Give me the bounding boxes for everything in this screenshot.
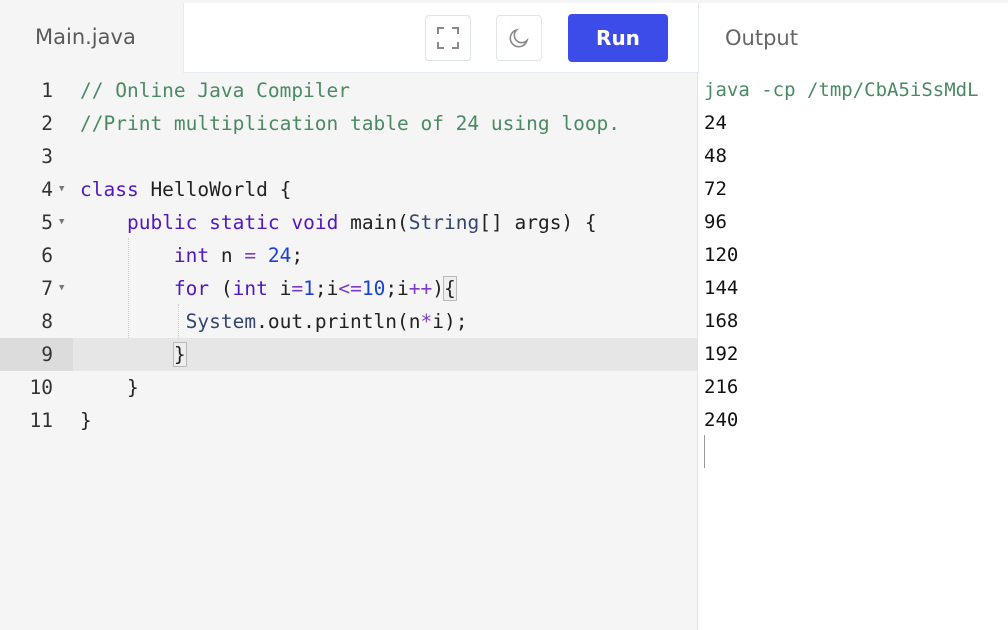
code-text: }: [80, 338, 187, 371]
moon-icon: [509, 28, 529, 48]
code-line: 5 ▼ public static void main(String[] arg…: [0, 206, 697, 239]
editor-toolbar: Run: [183, 3, 698, 73]
code-editor[interactable]: 1 // Online Java Compiler 2 //Print mult…: [0, 73, 698, 630]
code-text: int n = 24;: [173, 244, 304, 267]
output-line: 192: [704, 343, 739, 365]
code-text: for (int i=1;i<=10;i++){: [173, 276, 457, 301]
matching-bracket: }: [172, 342, 187, 367]
code-text: class HelloWorld {: [80, 178, 292, 201]
code-line: 7 ▼ for (int i=1;i<=10;i++){: [0, 272, 697, 305]
code-token-keyword: void: [291, 211, 339, 234]
text-cursor: [185, 345, 187, 366]
output-line: 240: [704, 409, 739, 431]
code-text: //Print multiplication table of 24 using…: [80, 112, 621, 135]
output-panel[interactable]: java -cp /tmp/CbA5iSsMdL 24 48 72 96 120…: [698, 73, 1008, 630]
line-number: 10: [29, 376, 53, 399]
line-number: 1: [41, 79, 53, 102]
output-line: 144: [704, 277, 739, 299]
code-line: 10 }: [0, 371, 697, 404]
line-number: 11: [29, 409, 53, 432]
code-token-keyword: class: [80, 178, 139, 201]
output-cursor: [704, 435, 705, 468]
code-line: 4 ▼ class HelloWorld {: [0, 173, 697, 206]
code-token-operator: *: [420, 310, 433, 333]
code-text: System.out.println(n*i);: [185, 310, 468, 333]
top-bar: Main.java Run Output: [0, 0, 1008, 73]
code-text: // Online Java Compiler: [80, 79, 351, 102]
line-number: 9: [41, 343, 53, 366]
file-tab-main-java[interactable]: Main.java: [0, 0, 183, 73]
code-line: 6 int n = 24;: [0, 239, 697, 272]
code-line-active: 9 }: [0, 338, 697, 371]
output-command: java -cp /tmp/CbA5iSsMdL: [704, 79, 979, 101]
code-token-keyword: for: [173, 277, 210, 300]
code-token-type: int: [232, 277, 268, 300]
code-token-operator: =: [291, 277, 304, 300]
line-number: 5: [41, 211, 53, 234]
code-line: 8 System.out.println(n*i);: [0, 305, 697, 338]
code-text: }: [80, 376, 139, 399]
run-button[interactable]: Run: [568, 14, 668, 62]
fold-arrow-icon[interactable]: ▼: [59, 272, 64, 305]
fullscreen-button[interactable]: [425, 15, 471, 61]
line-number: 2: [41, 112, 53, 135]
output-line: 96: [704, 211, 727, 233]
code-line: 1 // Online Java Compiler: [0, 74, 697, 107]
code-token-number: 1: [303, 277, 315, 300]
line-number: 4: [41, 178, 53, 201]
line-number: 7: [41, 277, 53, 300]
output-line: 216: [704, 376, 739, 398]
code-line: 2 //Print multiplication table of 24 usi…: [0, 107, 697, 140]
code-token-type: int: [173, 244, 210, 267]
fold-arrow-icon[interactable]: ▼: [59, 206, 64, 239]
code-token-number: 24: [267, 244, 292, 267]
code-token-keyword: public: [126, 211, 198, 234]
output-title: Output: [725, 26, 798, 50]
code-text: }: [80, 409, 92, 432]
code-text: public static void main(String[] args) {: [126, 211, 597, 234]
code-token-keyword: static: [209, 211, 280, 234]
code-token-class: String: [408, 211, 480, 234]
code-line: 11 }: [0, 404, 697, 437]
file-tab-label: Main.java: [35, 24, 136, 49]
code-line: 3: [0, 140, 697, 173]
code-token-number: 10: [361, 277, 386, 300]
output-line: 120: [704, 244, 739, 266]
code-token-class: System: [185, 310, 257, 333]
output-line: 48: [704, 145, 727, 167]
output-line: 72: [704, 178, 727, 200]
fullscreen-icon: [437, 27, 459, 49]
line-number: 6: [41, 244, 53, 267]
theme-toggle-button[interactable]: [496, 15, 542, 61]
output-line: 168: [704, 310, 739, 332]
output-line: 24: [704, 112, 727, 134]
code-token-operator: ++: [408, 277, 433, 300]
line-number: 3: [41, 145, 53, 168]
output-header: Output: [698, 3, 1008, 73]
fold-arrow-icon[interactable]: ▼: [59, 173, 64, 206]
line-number: 8: [41, 310, 53, 333]
code-token-operator: =: [244, 244, 257, 267]
code-token-operator: <=: [338, 277, 362, 300]
matching-bracket: {: [443, 276, 457, 301]
